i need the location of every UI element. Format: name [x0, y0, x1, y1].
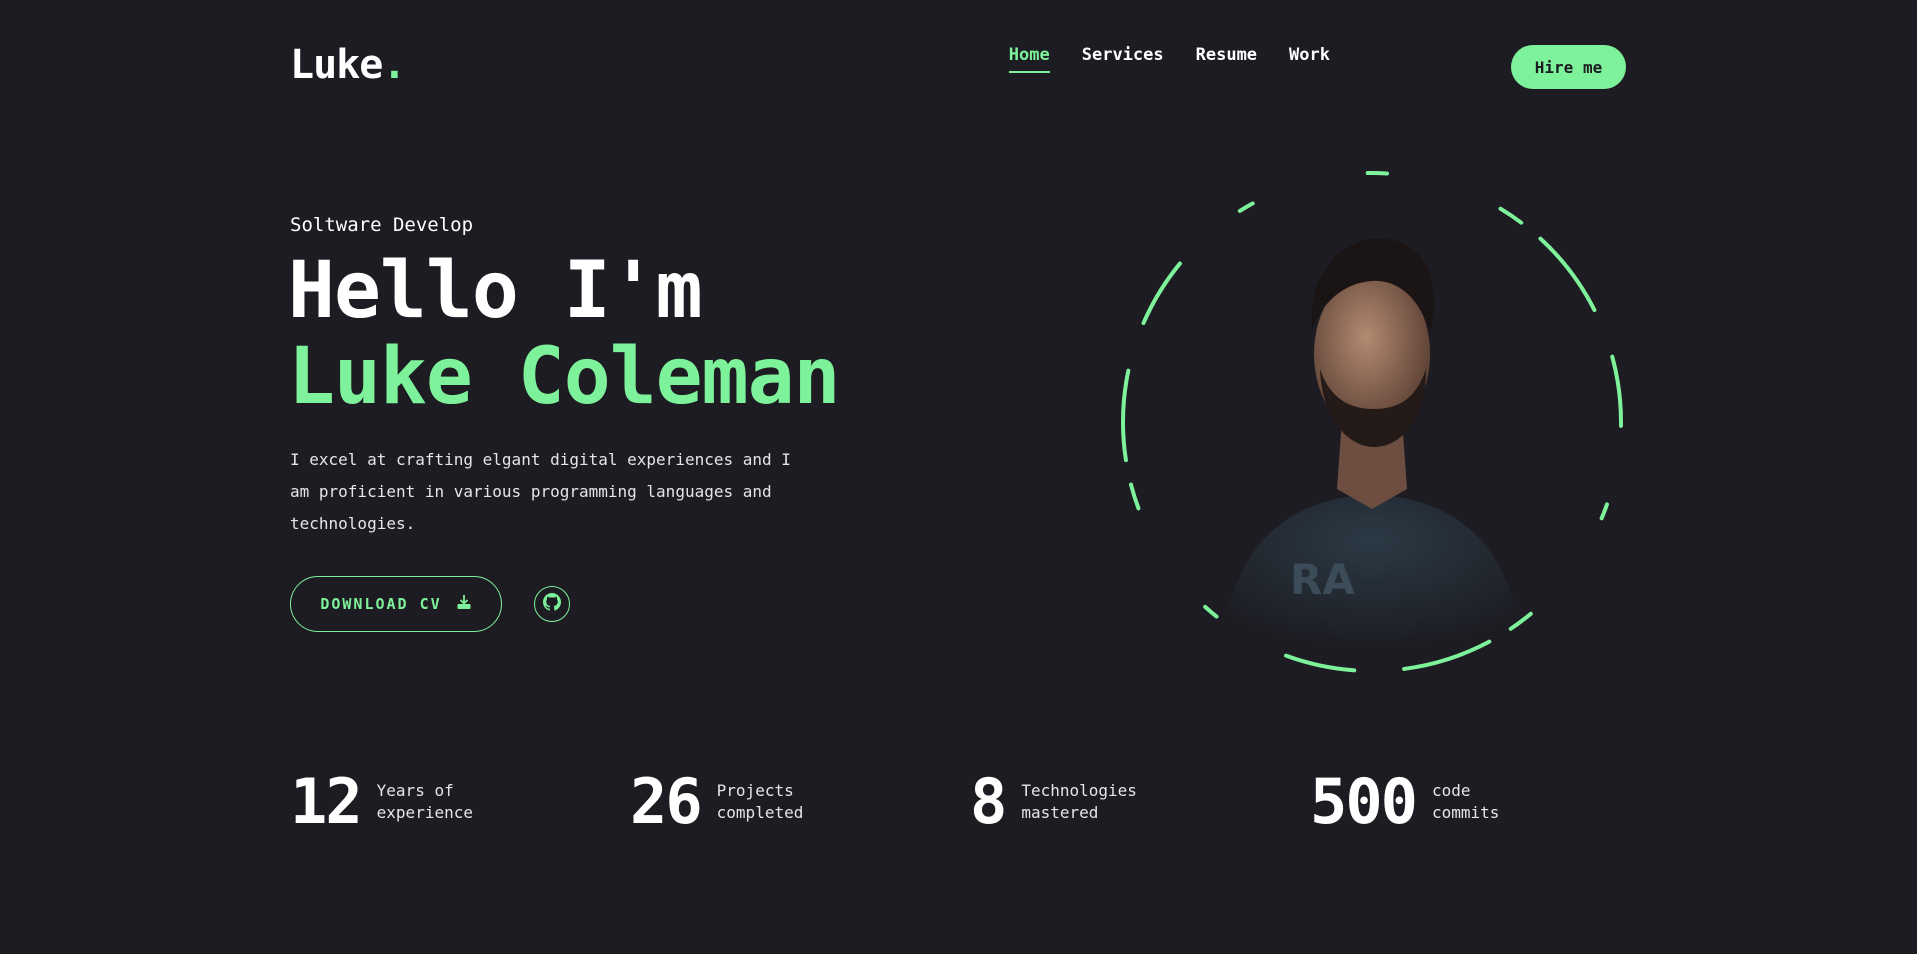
stat-label: Years of experience	[376, 781, 473, 822]
download-icon	[456, 594, 472, 614]
logo-dot: .	[382, 42, 406, 88]
stat-experience: 12 Years of experience	[290, 768, 517, 836]
hero-greeting: Hello I'm	[288, 246, 703, 336]
stat-label: Projects completed	[716, 781, 804, 822]
stat-label: code commits	[1431, 781, 1500, 822]
nav-services[interactable]: Services	[1082, 45, 1164, 73]
stat-value: 8	[970, 765, 1007, 838]
download-cv-label: DOWNLOAD CV	[320, 595, 442, 613]
portrait: RA	[1119, 169, 1625, 675]
nav-resume[interactable]: Resume	[1196, 45, 1257, 73]
stat-value: 12	[290, 765, 363, 838]
nav-work[interactable]: Work	[1289, 45, 1330, 73]
logo[interactable]: Luke.	[290, 42, 406, 88]
hero-subtitle: Soltware Develop	[290, 214, 474, 236]
stat-label: Technologies mastered	[1021, 781, 1137, 822]
stat-technologies: 8 Technologies mastered	[970, 768, 1161, 836]
github-icon	[543, 593, 561, 615]
stat-value: 500	[1310, 765, 1418, 838]
portfolio-page: Luke. Home Services Resume Work Hire me …	[0, 0, 1917, 954]
hero-headline: Hello I'm Luke Coleman	[288, 246, 841, 422]
hero-name: Luke Coleman	[288, 332, 841, 422]
dashed-ring	[1121, 171, 1623, 673]
download-cv-button[interactable]: DOWNLOAD CV	[290, 576, 502, 632]
stat-commits: 500 code commits	[1310, 768, 1512, 836]
hire-me-button[interactable]: Hire me	[1511, 45, 1626, 89]
stat-projects: 26 Projects completed	[630, 768, 857, 836]
stat-value: 26	[630, 765, 703, 838]
nav-home[interactable]: Home	[1008, 45, 1050, 73]
main-nav: Home Services Resume Work	[1008, 45, 1330, 73]
hero-description: I excel at crafting elgant digital exper…	[290, 450, 791, 533]
logo-text: Luke	[290, 42, 383, 88]
github-link-button[interactable]	[534, 586, 570, 622]
